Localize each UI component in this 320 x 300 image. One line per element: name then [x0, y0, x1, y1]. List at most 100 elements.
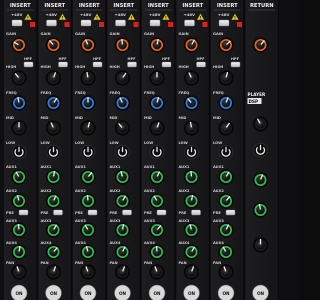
power-button-icon[interactable]: [149, 144, 165, 160]
gain-knob[interactable]: [149, 37, 165, 53]
power-button-icon[interactable]: [46, 144, 61, 160]
eq-mid-knob[interactable]: [149, 120, 165, 136]
pan-knob[interactable]: [80, 264, 96, 280]
on-button[interactable]: ON: [217, 284, 235, 300]
phantom-switch[interactable]: [149, 19, 161, 27]
on-button[interactable]: ON: [148, 284, 166, 300]
pre-switch[interactable]: [87, 209, 98, 216]
eq-freq-knob[interactable]: [11, 95, 27, 111]
gain-knob[interactable]: [11, 37, 27, 53]
aux1-knob[interactable]: [183, 169, 200, 185]
power-button-icon[interactable]: [11, 144, 27, 160]
pan-knob[interactable]: [149, 264, 165, 280]
on-button[interactable]: ON: [183, 284, 200, 300]
aux2-knob[interactable]: [114, 193, 131, 209]
eq-mid-knob[interactable]: [45, 120, 62, 136]
eq-mid-knob[interactable]: [114, 120, 131, 136]
eq-freq-knob[interactable]: [218, 95, 234, 111]
aux3-knob[interactable]: [183, 222, 200, 238]
gain-knob[interactable]: [183, 37, 200, 53]
hpf-switch[interactable]: [230, 61, 241, 68]
hpf-switch[interactable]: [127, 61, 137, 68]
aux3-knob[interactable]: [218, 222, 234, 238]
power-button-icon[interactable]: [80, 144, 96, 160]
eq-freq-knob[interactable]: [149, 95, 165, 111]
eq-freq-knob[interactable]: [114, 95, 131, 111]
aux1-knob[interactable]: [80, 169, 96, 185]
eq-high-knob[interactable]: [80, 70, 96, 86]
return-aux-knob[interactable]: [252, 172, 269, 188]
eq-mid-knob[interactable]: [80, 120, 96, 136]
hpf-switch[interactable]: [23, 61, 34, 68]
pan-knob[interactable]: [218, 264, 234, 280]
pre-switch[interactable]: [18, 209, 29, 216]
aux3-knob[interactable]: [114, 222, 131, 238]
aux3-knob[interactable]: [11, 222, 27, 238]
eq-high-knob[interactable]: [45, 70, 62, 86]
aux3-knob[interactable]: [45, 222, 62, 238]
on-button[interactable]: ON: [114, 284, 131, 300]
pan-knob[interactable]: [45, 264, 62, 280]
aux2-knob[interactable]: [218, 193, 234, 209]
pre-switch[interactable]: [156, 209, 167, 216]
aux4-knob[interactable]: [183, 244, 200, 260]
power-button-icon[interactable]: [253, 142, 268, 158]
pre-switch[interactable]: [191, 209, 201, 216]
return-pan-knob[interactable]: [252, 237, 269, 253]
aux1-knob[interactable]: [149, 169, 165, 185]
pre-switch[interactable]: [225, 209, 236, 216]
aux3-knob[interactable]: [80, 222, 96, 238]
eq-high-knob[interactable]: [218, 70, 234, 86]
aux2-knob[interactable]: [149, 193, 165, 209]
phantom-switch[interactable]: [218, 19, 230, 27]
power-button-icon[interactable]: [184, 144, 199, 160]
return-knob[interactable]: [252, 116, 269, 132]
pan-knob[interactable]: [114, 264, 131, 280]
hpf-switch[interactable]: [58, 61, 68, 68]
aux4-knob[interactable]: [149, 244, 165, 260]
eq-freq-knob[interactable]: [183, 95, 200, 111]
gain-knob[interactable]: [114, 37, 131, 53]
aux1-knob[interactable]: [45, 169, 62, 185]
on-button[interactable]: ON: [252, 284, 269, 300]
eq-freq-knob[interactable]: [45, 95, 62, 111]
eq-high-knob[interactable]: [114, 70, 131, 86]
eq-mid-knob[interactable]: [11, 120, 27, 136]
eq-mid-knob[interactable]: [183, 120, 200, 136]
phantom-switch[interactable]: [184, 19, 195, 27]
eq-mid-knob[interactable]: [218, 120, 234, 136]
hpf-switch[interactable]: [196, 61, 206, 68]
hpf-switch[interactable]: [92, 61, 103, 68]
aux1-knob[interactable]: [218, 169, 234, 185]
pan-knob[interactable]: [11, 264, 27, 280]
hpf-switch[interactable]: [161, 61, 172, 68]
return-aux2-knob[interactable]: [252, 202, 269, 218]
eq-high-knob[interactable]: [183, 70, 200, 86]
aux2-knob[interactable]: [183, 193, 200, 209]
on-button[interactable]: ON: [45, 284, 62, 300]
gain-knob[interactable]: [80, 37, 96, 53]
eq-high-knob[interactable]: [149, 70, 165, 86]
gain-knob[interactable]: [218, 37, 234, 53]
aux1-knob[interactable]: [114, 169, 131, 185]
power-button-icon[interactable]: [115, 144, 130, 160]
aux4-knob[interactable]: [218, 244, 234, 260]
power-button-icon[interactable]: [218, 144, 234, 160]
return-gain-knob[interactable]: [252, 37, 269, 53]
on-button[interactable]: ON: [10, 284, 28, 300]
aux4-knob[interactable]: [45, 244, 62, 260]
phantom-switch[interactable]: [11, 19, 23, 27]
pan-knob[interactable]: [183, 264, 200, 280]
aux3-knob[interactable]: [149, 222, 165, 238]
phantom-switch[interactable]: [80, 19, 92, 27]
eq-freq-knob[interactable]: [80, 95, 96, 111]
aux2-knob[interactable]: [45, 193, 62, 209]
aux4-knob[interactable]: [11, 244, 27, 260]
on-button[interactable]: ON: [79, 284, 97, 300]
pre-switch[interactable]: [53, 209, 63, 216]
aux4-knob[interactable]: [114, 244, 131, 260]
aux2-knob[interactable]: [11, 193, 27, 209]
aux4-knob[interactable]: [80, 244, 96, 260]
gain-knob[interactable]: [45, 37, 62, 53]
phantom-switch[interactable]: [115, 19, 126, 27]
